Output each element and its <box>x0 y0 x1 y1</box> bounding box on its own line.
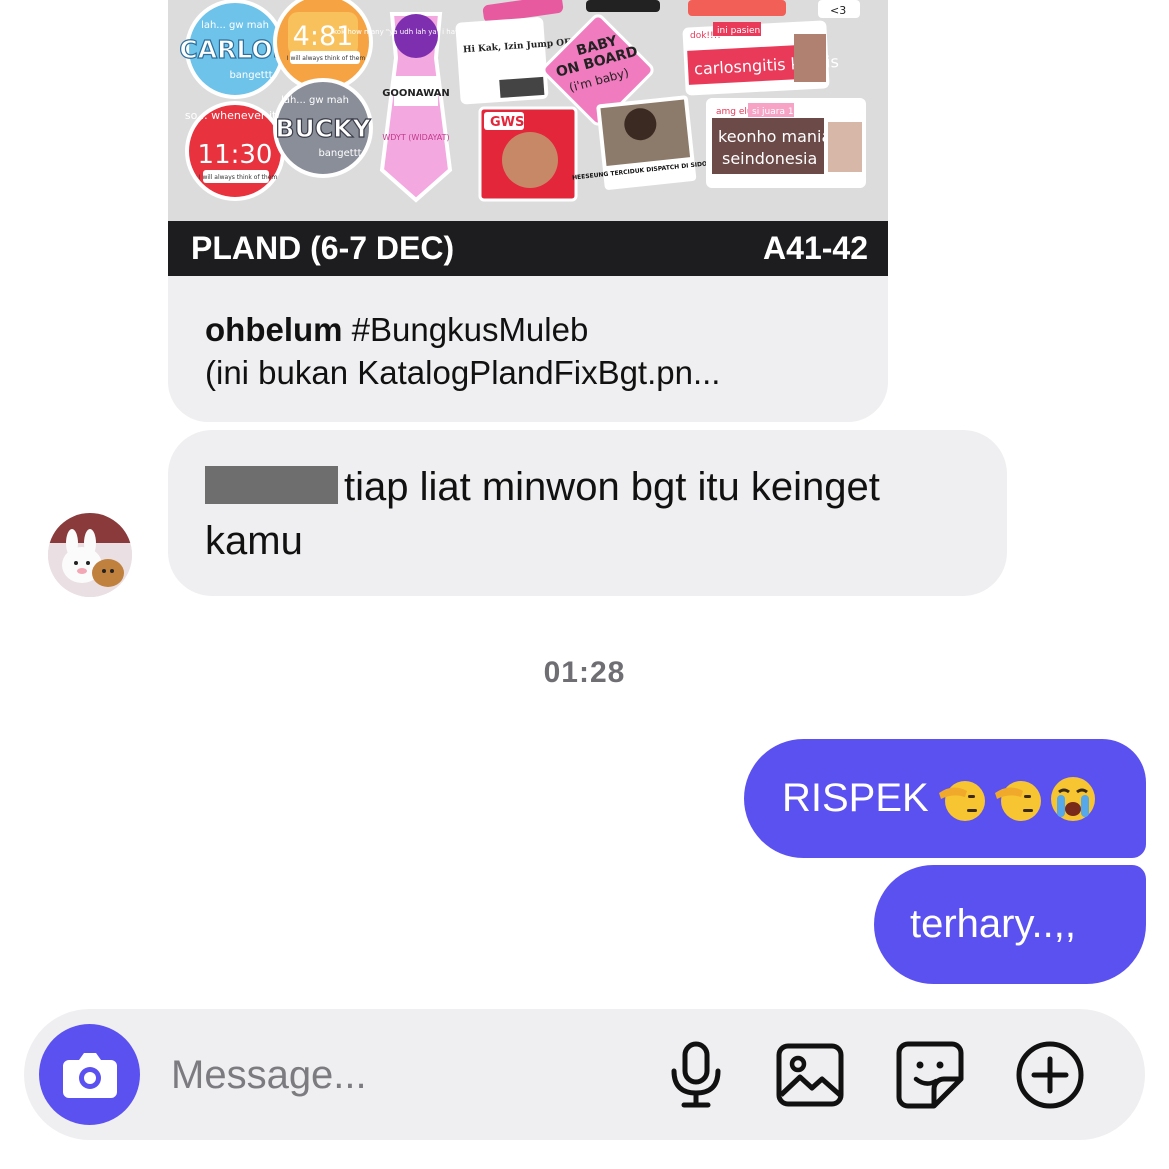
outgoing-message-text: RISPEK <box>782 776 929 820</box>
sticker-button[interactable] <box>894 1039 966 1111</box>
outgoing-message-bubble[interactable]: RISPEK <box>744 739 1146 858</box>
svg-text:lah... gw mah: lah... gw mah <box>201 20 269 31</box>
incoming-message-line1: tiap liat minwon bgt itu keinget <box>344 465 880 509</box>
svg-text:so... whenever it's: so... whenever it's <box>185 109 285 122</box>
post-caption: ohbelum #BungkusMuleb (ini bukan Katalog… <box>205 308 865 394</box>
avatar-image <box>48 513 132 597</box>
svg-text:si juara 1: si juara 1 <box>752 107 794 117</box>
emoji-group <box>935 773 1099 825</box>
post-caption-line: (ini bukan KatalogPlandFixBgt.pn... <box>205 354 721 391</box>
gallery-button[interactable] <box>774 1039 846 1111</box>
incoming-message-line2: kamu <box>205 519 303 563</box>
camera-button[interactable] <box>39 1024 140 1125</box>
svg-text:11:30: 11:30 <box>198 140 273 170</box>
svg-text:GWS: GWS <box>490 115 524 130</box>
more-options-button[interactable] <box>1014 1039 1086 1111</box>
voice-message-button[interactable] <box>660 1039 732 1111</box>
saluting-face-icon <box>994 780 1041 821</box>
microphone-icon <box>671 1041 721 1108</box>
svg-text:WDYT (WIDAYAT): WDYT (WIDAYAT) <box>382 133 449 142</box>
post-hashtag: #BungkusMuleb <box>351 311 589 348</box>
outgoing-message-bubble[interactable]: terhary..,, <box>874 865 1146 984</box>
message-composer <box>24 1009 1145 1140</box>
carlosngitis-sticker: dok!!!! ini pasien carlosngitis kronis <box>682 20 839 96</box>
redacted-name <box>205 466 338 504</box>
sticker-catalog-image[interactable]: <3 lah... gw mah CARLOS bangettt 4:81 I … <box>168 0 888 221</box>
svg-text:I will always think of them: I will always think of them <box>287 55 366 62</box>
outgoing-message-text: terhary..,, <box>910 902 1076 946</box>
svg-text:4:81: 4:81 <box>293 21 354 52</box>
banner-booth-label: A41-42 <box>763 230 868 266</box>
svg-text:ini pasien: ini pasien <box>717 26 760 36</box>
bucky-sticker: lah... gw mah BUCKY bangettt <box>273 78 373 178</box>
svg-text:lah... gw mah: lah... gw mah <box>281 95 349 106</box>
svg-text:amg elu: amg elu <box>716 107 753 117</box>
loudly-crying-face-icon <box>1050 776 1095 821</box>
clock-sticker-red: so... whenever it's 11:30 I will always … <box>185 101 285 201</box>
svg-text:GOONAWAN: GOONAWAN <box>382 88 450 99</box>
camera-icon <box>62 1052 117 1098</box>
post-banner: PLAND (6-7 DEC) A41-42 <box>168 221 888 276</box>
message-input[interactable] <box>169 1039 633 1111</box>
keonho-sticker: amg elu si juara 1 keonho mania seindone… <box>706 98 866 188</box>
message-timestamp: 01:28 <box>543 656 626 689</box>
svg-text:keonho mania: keonho mania <box>718 127 831 146</box>
plus-circle-icon <box>1016 1041 1084 1109</box>
svg-text:I will always think of them: I will always think of them <box>199 174 278 181</box>
clock-sticker-orange: 4:81 I will always think of them <box>273 0 373 92</box>
post-username[interactable]: ohbelum <box>205 311 343 348</box>
svg-text:BUCKY: BUCKY <box>275 114 371 143</box>
shared-post-card[interactable]: <3 lah... gw mah CARLOS bangettt 4:81 I … <box>168 0 888 422</box>
svg-text:bangettt: bangettt <box>229 70 272 81</box>
saluting-face-icon <box>938 780 985 821</box>
heart-text: <3 <box>830 4 846 17</box>
image-icon <box>776 1043 844 1107</box>
sender-avatar[interactable] <box>48 513 132 597</box>
sticker-collage: <3 lah... gw mah CARLOS bangettt 4:81 I … <box>168 0 888 221</box>
incoming-message-bubble[interactable]: tiap liat minwon bgt itu keinget kamu <box>168 430 1007 596</box>
sticker-icon <box>896 1041 964 1109</box>
banner-event-label: PLAND (6-7 DEC) <box>191 230 455 266</box>
gws-sticker: GWS <box>478 106 578 202</box>
svg-text:seindonesia: seindonesia <box>722 149 817 168</box>
svg-text:bangettt: bangettt <box>318 148 361 159</box>
